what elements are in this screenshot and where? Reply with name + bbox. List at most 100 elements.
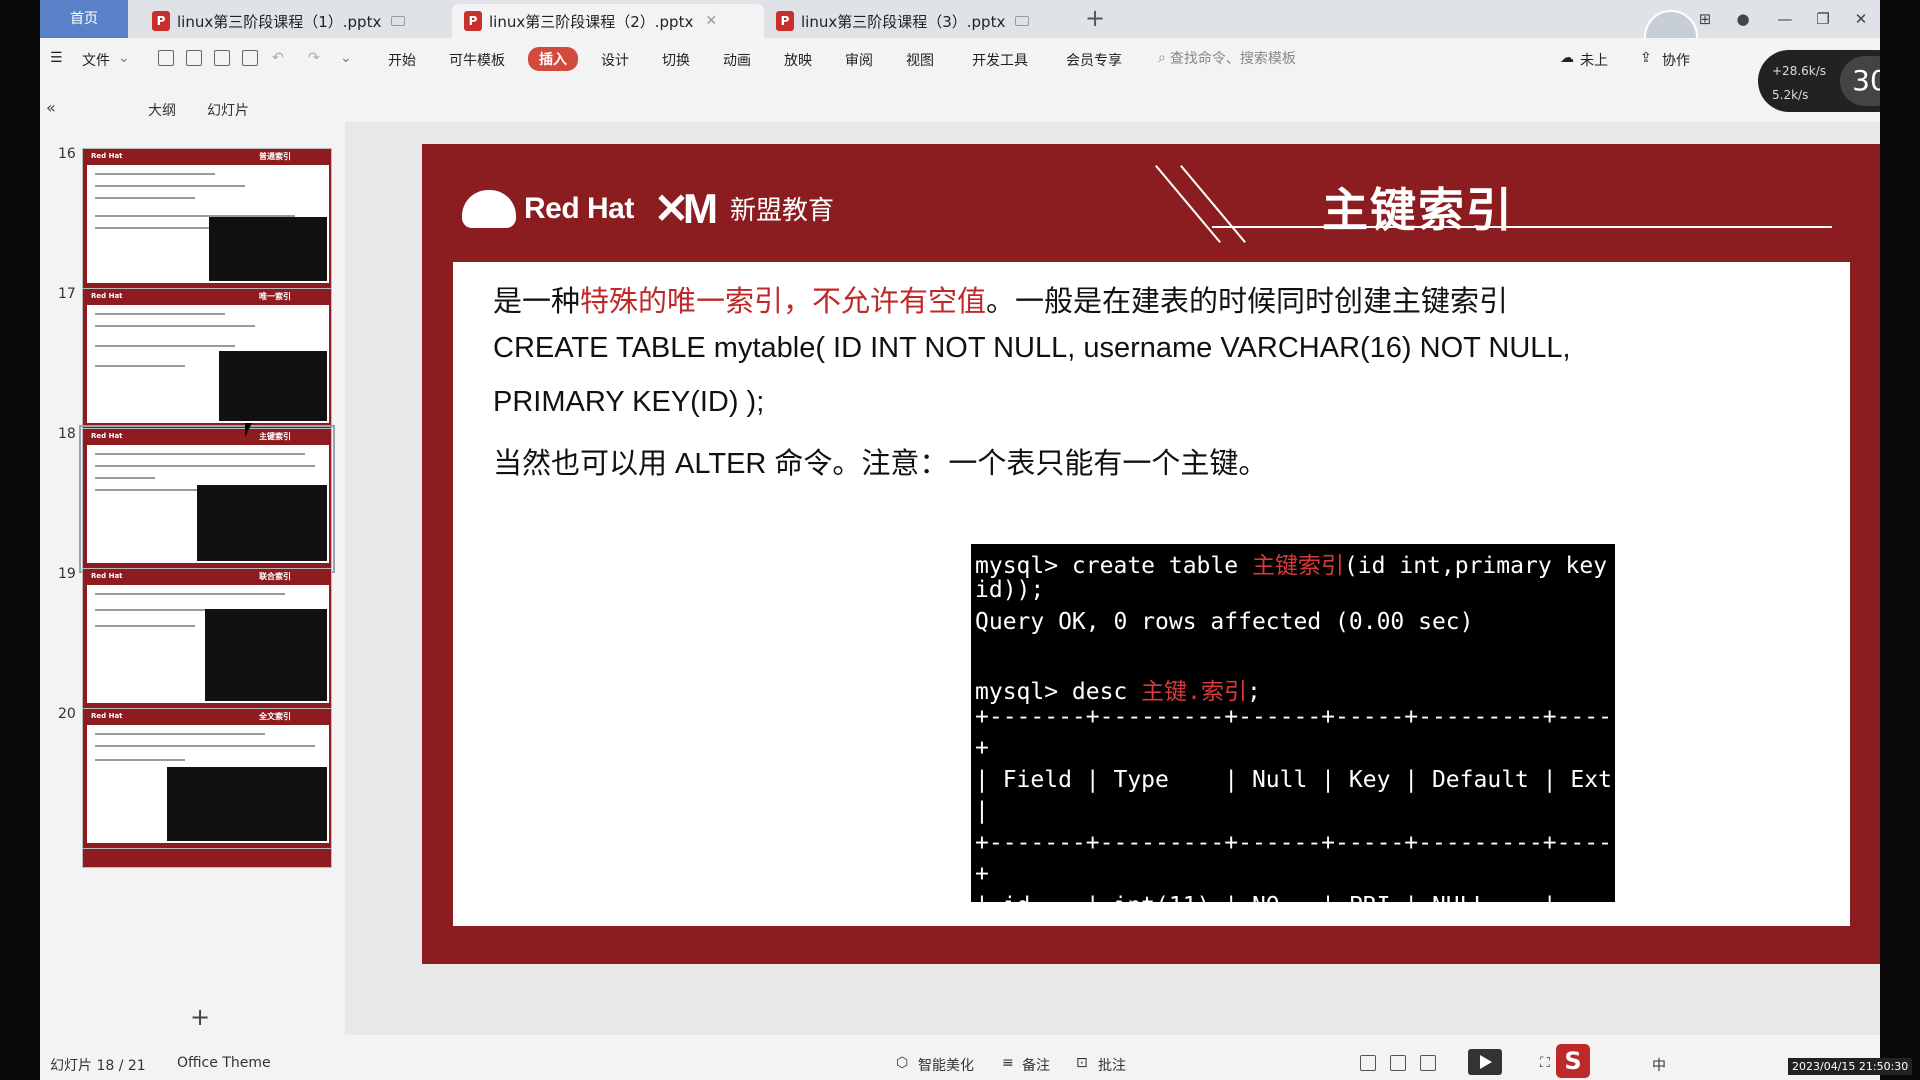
tab-outline[interactable]: 大纲 [148,100,176,120]
terminal-line: | Field | Type | Null | Key | Default | … [975,767,1615,793]
thumb-text-line [95,453,305,455]
normal-view-icon[interactable] [1360,1055,1376,1071]
tab-developer[interactable]: 开发工具 [972,50,1028,70]
file-menu[interactable]: 文件 [82,50,110,70]
slide-thumbnail[interactable]: Red Hat 联合索引 [82,568,332,710]
brand-cn-name: 新盟教育 [730,196,835,226]
doc-tab-1[interactable]: P linux第三阶段课程（1）.pptx [140,4,452,38]
comment-icon[interactable]: ⊡ [1076,1055,1088,1071]
menu-icon[interactable]: ☰ [50,50,63,66]
monitor-icon [1015,16,1030,26]
thumb-title: 唯一索引 [259,292,291,301]
cloud-sync-label[interactable]: 未上 [1580,50,1608,70]
save-icon[interactable] [158,50,174,66]
slide-thumbnail[interactable]: Red Hat 普通索引 [82,148,332,290]
user-avatar-icon[interactable]: ● [1728,6,1758,32]
collapse-panel-icon[interactable]: « [46,98,56,117]
fit-window-icon[interactable]: ⛶ [1540,1055,1550,1071]
customize-quick-access-icon[interactable]: ⌄ [340,50,352,66]
maximize-icon[interactable]: ❐ [1808,6,1838,32]
thumb-brand: Red Hat [91,292,123,300]
close-window-icon[interactable]: ✕ [1846,6,1876,32]
thumbnail-row-partial[interactable] [40,838,340,998]
tab-review[interactable]: 审阅 [845,50,873,70]
tab-member[interactable]: 会员专享 [1066,50,1122,70]
slide-canvas[interactable]: Red Hat ✕M 新盟教育 主键索引 是一种特殊的唯一索引，不允许有空值。一… [422,144,1880,964]
tab-transition[interactable]: 切换 [662,50,690,70]
tab-slides[interactable]: 幻灯片 [207,100,249,120]
slide-sorter-icon[interactable] [1390,1055,1406,1071]
notes-button[interactable]: 备注 [1022,1055,1050,1075]
command-search[interactable]: ⌕ 查找命令、搜索模板 [1158,48,1296,68]
theme-name[interactable]: Office Theme [177,1055,271,1071]
terminal-line: | [975,798,989,824]
new-tab-icon[interactable]: + [1085,4,1105,32]
terminal-line: id)); [975,577,1045,603]
collaborate-icon[interactable]: ⇪ [1640,50,1652,66]
slide-number: 16 [58,146,76,162]
collaborate-button[interactable]: 协作 [1662,50,1690,70]
play-slideshow-icon[interactable] [1468,1049,1502,1075]
thumbnail-row[interactable]: 20 Red Hat 全文索引 [40,698,340,858]
thumbnail-row[interactable]: 16 Red Hat 普通索引 [40,138,340,298]
thumb-title: 主键索引 [259,432,291,441]
slide-thumbnail-list: 16 Red Hat 普通索引 17 Red Hat 唯一索引 18 Red H… [40,130,340,1000]
terminal-line: Query OK, 0 rows affected (0.00 sec) [975,609,1474,635]
slide-thumbnail[interactable]: Red Hat 唯一索引 [82,288,332,430]
brand-logo: Red Hat ✕M 新盟教育 [462,184,834,233]
thumbnail-row-active[interactable]: 18 Red Hat 主键索引 [40,418,340,578]
slide-text-line-2: CREATE TABLE mytable( ID INT NOT NULL, u… [493,332,1571,364]
print-icon[interactable] [214,50,230,66]
thumb-title: 全文索引 [259,712,291,721]
thumb-title: 联合索引 [259,572,291,581]
ime-mode[interactable]: 中 [1652,1055,1666,1075]
doc-tab-3[interactable]: P linux第三阶段课程（3）.pptx [764,4,1076,38]
minimize-icon[interactable]: — [1770,6,1800,32]
slide-number: 20 [58,706,76,722]
add-slide-icon[interactable]: + [190,1003,210,1031]
file-menu-chevron-icon[interactable]: ⌄ [118,50,130,66]
thumb-text-line [95,609,205,611]
undo-icon[interactable]: ↶ [272,50,284,66]
screen-right-border [1880,0,1920,1080]
reading-view-icon[interactable] [1420,1055,1436,1071]
thumb-brand: Red Hat [91,432,123,440]
redo-icon[interactable]: ↷ [308,50,320,66]
home-tab[interactable]: 首页 [40,0,128,38]
tab-start[interactable]: 开始 [388,50,416,70]
doc-tab-2[interactable]: P linux第三阶段课程（2）.pptx ✕ [452,4,764,38]
print-preview-icon[interactable] [242,50,258,66]
thumb-title: 普通索引 [259,152,291,161]
text-run: 。一般是在建表的时候同时创建主键索引 [986,286,1509,318]
comment-button[interactable]: 批注 [1098,1055,1126,1075]
thumb-text-line [95,477,155,479]
tab-templates[interactable]: 可牛模板 [449,50,505,70]
sogou-ime-icon[interactable]: S [1556,1044,1590,1078]
thumb-content-area [87,725,329,843]
pptx-file-icon: P [464,11,482,31]
notes-icon[interactable]: ≡ [1002,1055,1014,1071]
title-underline [1212,226,1832,228]
export-icon[interactable] [186,50,202,66]
slide-thumbnail[interactable]: Red Hat 全文索引 [82,708,332,850]
thumb-text-line [95,465,315,467]
tab-view[interactable]: 视图 [906,50,934,70]
tab-animation[interactable]: 动画 [723,50,751,70]
thumb-terminal [219,351,327,421]
smart-beautify-button[interactable]: 智能美化 [918,1055,974,1075]
download-speed: 5.2k/s [1772,88,1809,102]
text-run: 是一种 [493,286,581,318]
cloud-sync-icon[interactable]: ☁ [1560,50,1574,66]
slide-thumbnail-partial[interactable] [82,848,332,868]
tab-design[interactable]: 设计 [601,50,629,70]
slide-thumbnail-selected[interactable]: Red Hat 主键索引 [79,425,335,573]
thumbnail-row[interactable]: 17 Red Hat 唯一索引 [40,278,340,438]
slide-number: 18 [58,426,76,442]
close-tab-icon[interactable]: ✕ [705,13,717,29]
beautify-icon[interactable]: ⬡ [896,1055,908,1071]
tab-slideshow[interactable]: 放映 [784,50,812,70]
thumb-content-area [87,445,329,563]
doc-tab-title: linux第三阶段课程（3）.pptx [801,12,1006,31]
tab-insert[interactable]: 插入 [528,47,578,71]
thumbnail-row[interactable]: 19 Red Hat 联合索引 [40,558,340,718]
